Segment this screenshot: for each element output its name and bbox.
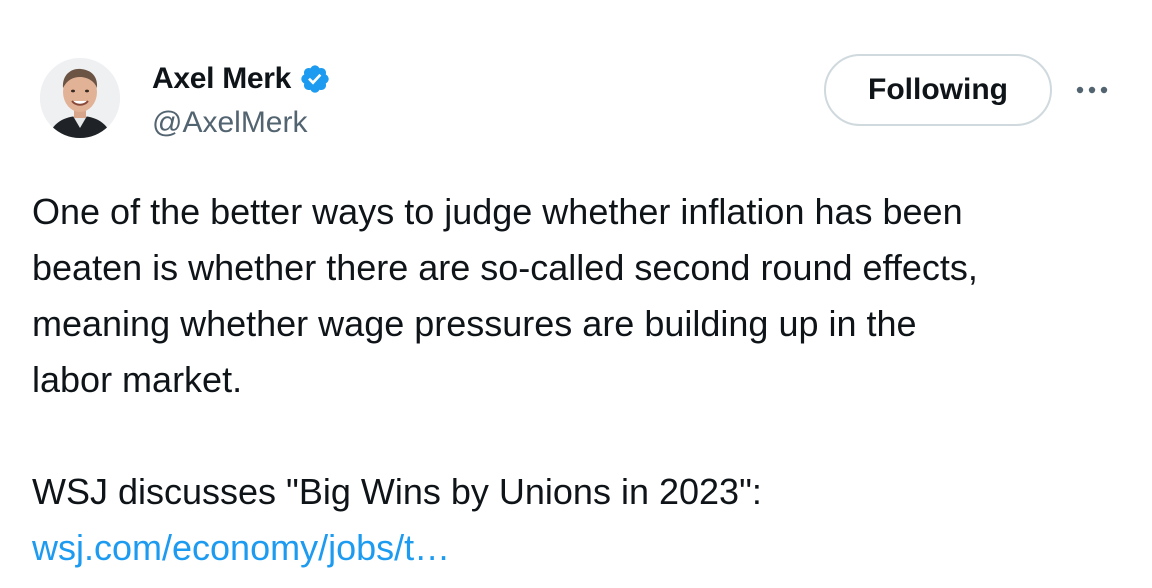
tweet-body: One of the better ways to judge whether … [32, 184, 1132, 576]
tweet-quote-line: WSJ discusses "Big Wins by Unions in 202… [32, 471, 762, 512]
author-display-name[interactable]: Axel Merk [152, 62, 291, 96]
author-avatar[interactable] [40, 58, 120, 138]
author-handle[interactable]: @AxelMerk [152, 106, 307, 140]
tweet-text-line: One of the better ways to judge whether … [32, 191, 963, 232]
tweet-text-line: labor market. [32, 359, 243, 400]
author-name-row: Axel Merk [152, 62, 331, 96]
article-link[interactable]: wsj.com/economy/jobs/t… [32, 527, 450, 568]
more-options-icon[interactable] [1068, 72, 1116, 108]
tweet-text-line: meaning whether wage pressures are build… [32, 303, 917, 344]
avatar-photo-icon [40, 58, 120, 138]
following-button[interactable]: Following [824, 54, 1052, 126]
verified-badge-icon[interactable] [299, 63, 331, 95]
tweet-card: Axel Merk @AxelMerk Following One of the… [0, 0, 1152, 588]
tweet-text-line: beaten is whether there are so-called se… [32, 247, 978, 288]
